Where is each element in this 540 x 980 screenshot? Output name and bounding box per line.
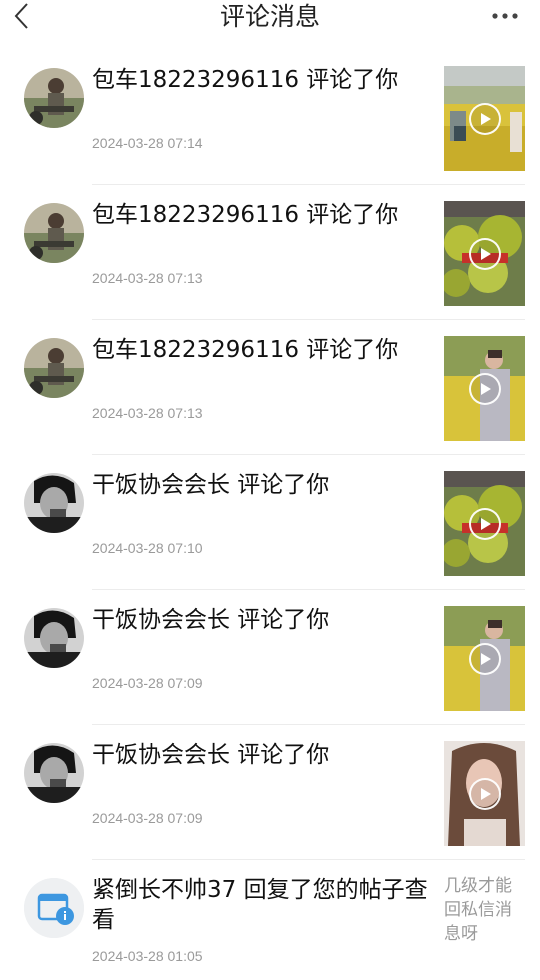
timestamp: 2024-03-28 07:09 (92, 675, 203, 691)
farmer-avatar-icon (24, 203, 84, 263)
post-thumbnail[interactable] (444, 606, 525, 711)
post-thumbnail[interactable] (444, 336, 525, 441)
list-item[interactable]: 干饭协会会长 评论了你 2024-03-28 07:09 (0, 725, 540, 860)
farmer-avatar-icon (24, 338, 84, 398)
post-thumbnail[interactable] (444, 201, 525, 306)
reply-preview-text: 几级才能回私信消息呀 (444, 876, 512, 944)
farmer-avatar-icon (24, 68, 84, 128)
avatar[interactable] (24, 68, 84, 128)
list-item[interactable]: 包车18223296116 评论了你 2024-03-28 07:13 (0, 320, 540, 455)
more-options-button[interactable] (488, 4, 522, 28)
timestamp: 2024-03-28 07:09 (92, 810, 203, 826)
comment-text: 干饭协会会长 评论了你 (92, 472, 330, 498)
avatar[interactable] (24, 878, 84, 938)
comment-text: 包车18223296116 评论了你 (92, 202, 399, 228)
play-icon[interactable] (469, 643, 501, 675)
play-icon[interactable] (469, 778, 501, 810)
avatar[interactable] (24, 473, 84, 533)
avatar[interactable] (24, 203, 84, 263)
list-item[interactable]: 干饭协会会长 评论了你 2024-03-28 07:10 (0, 455, 540, 590)
page-title: 评论消息 (219, 2, 320, 31)
header: 评论消息 (0, 0, 540, 36)
timestamp: 2024-03-28 01:05 (92, 948, 203, 964)
timestamp: 2024-03-28 07:10 (92, 540, 203, 556)
avatar[interactable] (24, 743, 84, 803)
system-notice-icon (24, 878, 84, 938)
avatar[interactable] (24, 608, 84, 668)
list-item[interactable]: 包车18223296116 评论了你 2024-03-28 07:14 (0, 50, 540, 185)
timestamp: 2024-03-28 07:14 (92, 135, 203, 151)
comment-text: 紧倒长不帅37 回复了您的帖子查看 (92, 877, 428, 933)
comment-text: 包车18223296116 评论了你 (92, 67, 399, 93)
play-icon[interactable] (469, 238, 501, 270)
list-item[interactable]: 包车18223296116 评论了你 2024-03-28 07:13 (0, 185, 540, 320)
play-icon[interactable] (469, 373, 501, 405)
comment-list: 包车18223296116 评论了你 2024-03-28 07:14 包车18… (0, 50, 540, 980)
list-item[interactable]: 干饭协会会长 评论了你 2024-03-28 07:09 (0, 590, 540, 725)
bw-man-avatar-icon (24, 608, 84, 668)
play-icon[interactable] (469, 508, 501, 540)
timestamp: 2024-03-28 07:13 (92, 270, 203, 286)
post-thumbnail[interactable] (444, 741, 525, 846)
post-thumbnail[interactable] (444, 471, 525, 576)
more-dots-icon (492, 13, 518, 19)
comment-text: 干饭协会会长 评论了你 (92, 607, 330, 633)
comment-text: 干饭协会会长 评论了你 (92, 742, 330, 768)
list-item[interactable]: 紧倒长不帅37 回复了您的帖子查看 2024-03-28 01:05 几级才能回… (0, 860, 540, 980)
bw-man-avatar-icon (24, 743, 84, 803)
bw-man-avatar-icon (24, 473, 84, 533)
timestamp: 2024-03-28 07:13 (92, 405, 203, 421)
play-icon[interactable] (469, 103, 501, 135)
avatar[interactable] (24, 338, 84, 398)
comment-text: 包车18223296116 评论了你 (92, 337, 399, 363)
post-thumbnail[interactable] (444, 66, 525, 171)
